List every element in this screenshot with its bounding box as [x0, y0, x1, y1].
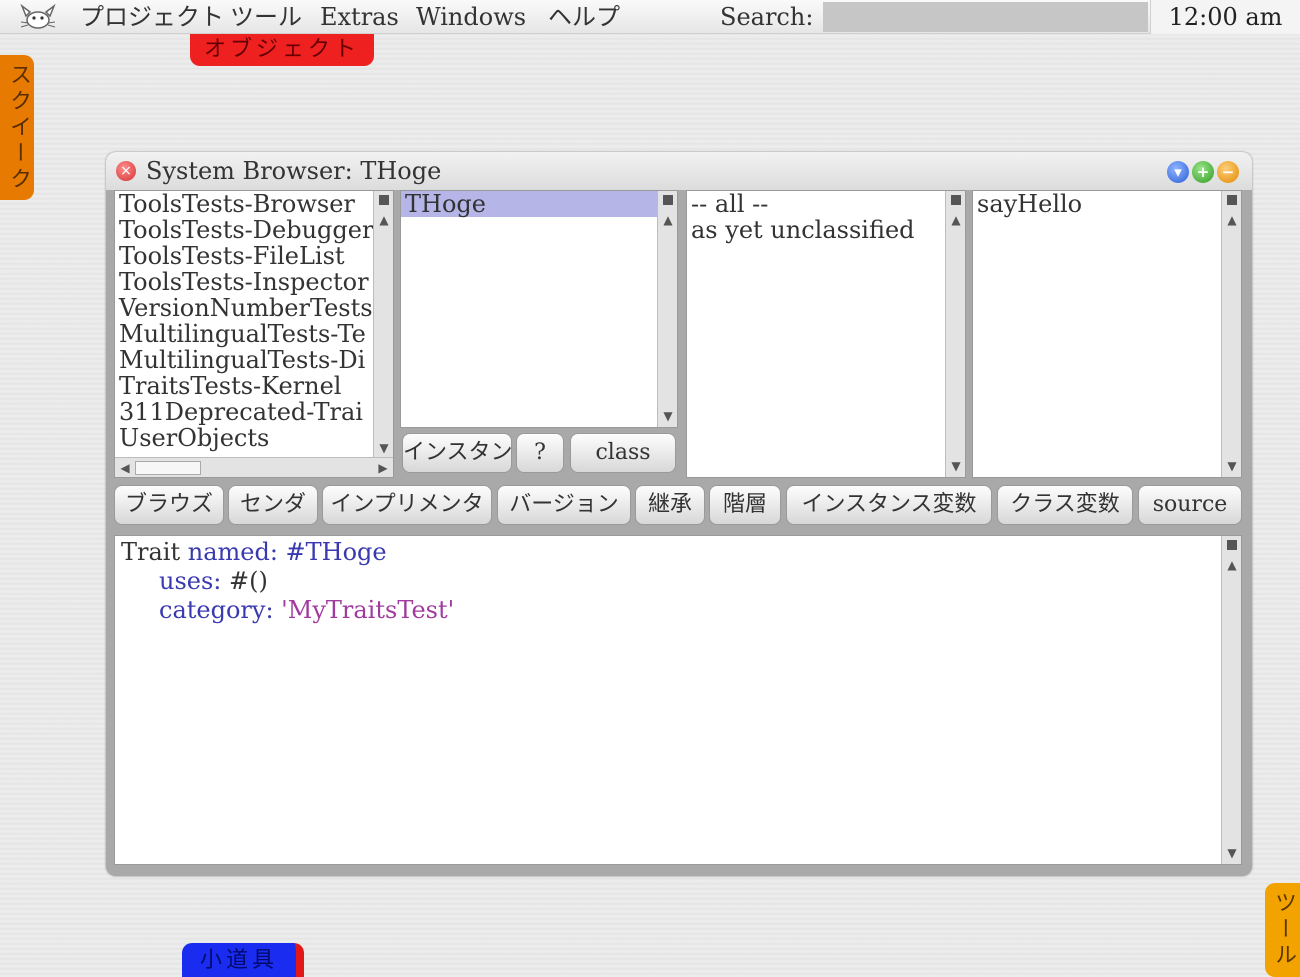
list-item[interactable]: as yet unclassified: [687, 217, 965, 243]
squeak-logo-icon[interactable]: [20, 3, 56, 30]
list-item[interactable]: TraitsTests-Kernel: [115, 373, 393, 399]
package-horizontal-scrollbar[interactable]: ◀ ▶: [115, 457, 393, 477]
scroll-down-icon[interactable]: ▼: [1222, 844, 1242, 862]
code-line: Trait named: #THoge: [121, 538, 1235, 567]
scroll-menu-icon[interactable]: [1227, 540, 1237, 550]
list-item[interactable]: ToolsTests-FileList: [115, 243, 393, 269]
scroll-down-icon[interactable]: ▼: [1222, 457, 1241, 475]
inheritance-button[interactable]: 継承: [635, 485, 705, 525]
menu-bar: プロジェクト ツール Extras Windows ヘルプ Search: 12…: [0, 0, 1300, 34]
menu-extras[interactable]: Extras: [320, 2, 399, 32]
list-item[interactable]: MultilingualTests-Di: [115, 347, 393, 373]
category-list[interactable]: -- all -- as yet unclassified ▲ ▼: [686, 190, 966, 478]
code-line: category: 'MyTraitsTest': [121, 596, 1235, 625]
code-text: uses:: [159, 567, 230, 595]
scroll-left-icon[interactable]: ◀: [115, 458, 135, 477]
scroll-down-icon[interactable]: ▼: [374, 439, 393, 457]
list-item[interactable]: MultilingualTests-Te: [115, 321, 393, 347]
menu-windows[interactable]: Windows: [416, 2, 526, 32]
package-list[interactable]: ToolsTests-Browser ToolsTests-Debugger T…: [114, 190, 394, 478]
code-text: #(): [229, 567, 268, 595]
window-titlebar[interactable]: × System Browser: THoge ▾ + −: [106, 152, 1252, 190]
class-variables-button[interactable]: クラス変数: [997, 485, 1133, 525]
menu-project[interactable]: プロジェクト: [80, 2, 224, 32]
squeak-flap-tab[interactable]: スクイーク: [0, 55, 34, 200]
system-browser-window: × System Browser: THoge ▾ + − ToolsTests…: [106, 152, 1252, 876]
versions-button[interactable]: バージョン: [497, 485, 631, 525]
scroll-menu-icon[interactable]: [663, 195, 673, 205]
class-list[interactable]: THoge ▲ ▼: [400, 190, 678, 428]
scroll-right-icon[interactable]: ▶: [373, 458, 393, 477]
supplies-flap-tab[interactable]: 小道具: [182, 943, 304, 977]
browse-button[interactable]: ブラウズ: [114, 485, 224, 525]
menu-tools[interactable]: ツール: [230, 2, 302, 32]
scroll-menu-icon[interactable]: [379, 195, 389, 205]
code-editor[interactable]: Trait named: #THoge uses: #() category: …: [114, 535, 1242, 865]
senders-button[interactable]: センダ: [228, 485, 318, 525]
class-vertical-scrollbar[interactable]: ▲ ▼: [657, 191, 677, 427]
menu-help[interactable]: ヘルプ: [548, 2, 620, 32]
help-button[interactable]: ?: [516, 433, 564, 473]
list-item[interactable]: -- all --: [687, 191, 965, 217]
instance-button[interactable]: インスタンス: [402, 433, 512, 473]
scroll-menu-icon[interactable]: [1227, 195, 1237, 205]
list-item-selected[interactable]: THoge: [401, 191, 677, 217]
collapse-icon[interactable]: −: [1217, 161, 1239, 183]
list-item[interactable]: UserObjects: [115, 425, 393, 451]
window-menu-icon[interactable]: ▾: [1167, 161, 1189, 183]
scroll-down-icon[interactable]: ▼: [946, 457, 965, 475]
code-line: uses: #(): [121, 567, 1235, 596]
implementors-button[interactable]: インプリメンタ: [322, 485, 492, 525]
scroll-up-icon[interactable]: ▲: [1222, 556, 1242, 574]
list-item[interactable]: sayHello: [973, 191, 1241, 217]
scroll-up-icon[interactable]: ▲: [374, 211, 393, 229]
code-text: Trait: [121, 538, 188, 566]
search-input[interactable]: [823, 2, 1148, 32]
method-vertical-scrollbar[interactable]: ▲ ▼: [1221, 191, 1241, 477]
instance-variables-button[interactable]: インスタンス変数: [786, 485, 992, 525]
code-text: named: #THoge: [187, 538, 387, 566]
code-text: 'MyTraitsTest': [281, 596, 455, 624]
clock: 12:00 am: [1150, 0, 1300, 34]
scroll-down-icon[interactable]: ▼: [658, 407, 677, 425]
package-vertical-scrollbar[interactable]: ▲ ▼: [373, 191, 393, 459]
expand-icon[interactable]: +: [1192, 161, 1214, 183]
list-item[interactable]: 311Deprecated-Trai: [115, 399, 393, 425]
window-title: System Browser: THoge: [146, 157, 442, 185]
list-item[interactable]: ToolsTests-Browser: [115, 191, 393, 217]
hierarchy-button[interactable]: 階層: [709, 485, 781, 525]
code-text: category:: [159, 596, 282, 624]
scroll-up-icon[interactable]: ▲: [658, 211, 677, 229]
scroll-menu-icon[interactable]: [951, 195, 961, 205]
class-button[interactable]: class: [570, 433, 676, 473]
list-item[interactable]: VersionNumberTests: [115, 295, 393, 321]
category-vertical-scrollbar[interactable]: ▲ ▼: [945, 191, 965, 477]
code-vertical-scrollbar[interactable]: ▲ ▼: [1221, 536, 1241, 864]
list-item[interactable]: ToolsTests-Debugger: [115, 217, 393, 243]
objects-flap-tab[interactable]: オブジェクト: [190, 34, 374, 66]
source-button[interactable]: source: [1138, 485, 1242, 525]
scroll-up-icon[interactable]: ▲: [1222, 211, 1241, 229]
tools-flap-tab[interactable]: ツール: [1265, 883, 1300, 977]
method-list[interactable]: sayHello ▲ ▼: [972, 190, 1242, 478]
close-icon[interactable]: ×: [116, 161, 136, 181]
list-item[interactable]: ToolsTests-Inspector: [115, 269, 393, 295]
scroll-up-icon[interactable]: ▲: [946, 211, 965, 229]
scroll-thumb[interactable]: [135, 461, 201, 475]
search-label: Search:: [720, 3, 814, 31]
